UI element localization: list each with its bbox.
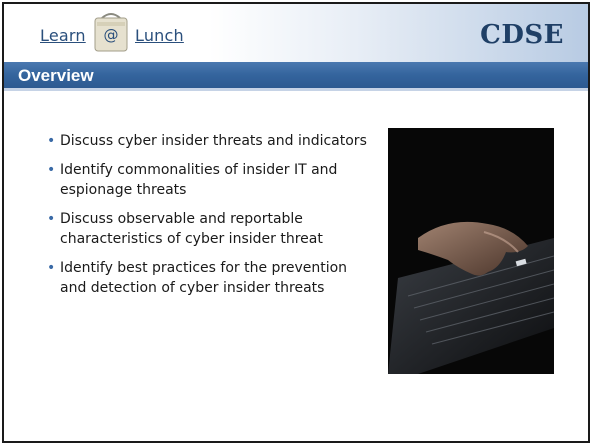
logo-at-text: @: [104, 26, 119, 44]
logo-learn-text: Learn: [40, 26, 86, 45]
bullet-item: Identify best practices for the preventi…: [47, 258, 368, 298]
bullet-item: Discuss cyber insider threats and indica…: [47, 131, 368, 151]
slide-title: Overview: [18, 66, 94, 85]
title-bar: Overview: [4, 62, 588, 88]
lunchbox-at-icon: @: [92, 8, 130, 54]
logo-lunch-text: Lunch: [135, 26, 184, 45]
hand-on-keyboard-image: [388, 128, 554, 374]
slide: Learn @ Lunch CDSE Overview Discuss cybe…: [2, 2, 590, 443]
brand-logo: CDSE: [480, 20, 564, 50]
bullet-item: Identify commonalities of insider IT and…: [47, 160, 368, 200]
title-divider: [4, 88, 588, 91]
bullet-item: Discuss observable and reportable charac…: [47, 209, 368, 249]
slide-header: Learn @ Lunch CDSE: [4, 4, 588, 62]
bullet-list: Discuss cyber insider threats and indica…: [47, 131, 368, 307]
